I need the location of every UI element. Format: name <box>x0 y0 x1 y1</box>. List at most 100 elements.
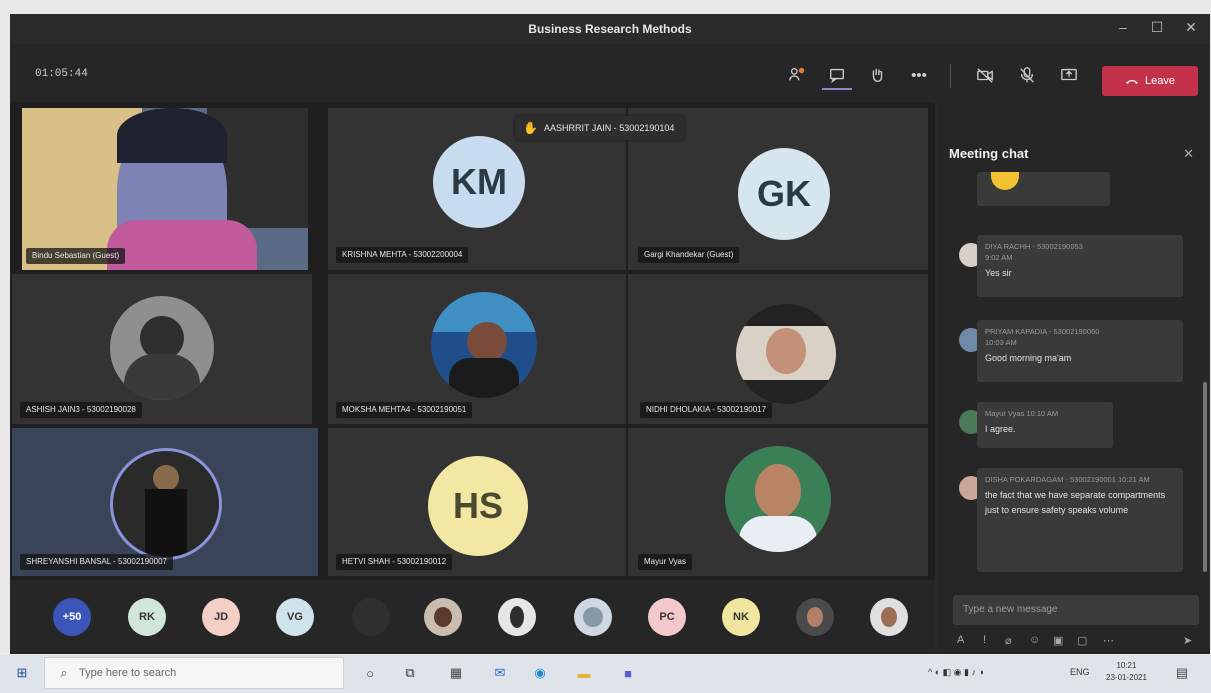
toolbar-divider <box>950 64 951 88</box>
taskbar-search-input[interactable]: Type here to search <box>44 657 344 689</box>
cortana-icon[interactable]: ○ <box>360 663 380 683</box>
search-icon: ⌕ <box>60 665 68 680</box>
message-text: Yes sir <box>985 268 1012 278</box>
participant-tile-hs[interactable]: HS HETVI SHAH - 53002190012 <box>328 428 626 576</box>
strip-avatar-photo-1[interactable] <box>424 598 462 636</box>
participant-tile-mayur[interactable]: Mayur Vyas <box>628 428 928 576</box>
task-view-icon[interactable]: ⧉ <box>400 663 420 683</box>
avatar-km: KM <box>433 136 525 228</box>
teams-window: Business Research Methods – ☐ ✕ 01:05:44… <box>10 14 1210 654</box>
people-icon <box>789 67 805 81</box>
message-time: 10:10 AM <box>1026 409 1059 418</box>
message-author: DIYA RACHH - 53002190053 <box>985 242 1083 251</box>
raised-hand-icon: ✋ <box>523 121 538 135</box>
notifications-icon[interactable]: ▤ <box>1172 663 1192 683</box>
strip-avatar-vg[interactable]: VG <box>276 598 314 636</box>
emoji-icon[interactable]: ☺ <box>1029 634 1040 646</box>
participant-tile-shreyanshi[interactable]: SHREYANSHI BANSAL - 53002190007 <box>12 428 318 576</box>
more-participants-button[interactable]: +50 <box>53 598 91 636</box>
chat-message-4: DISHA POKARDAGAM - 53002190001 10:21 AM … <box>977 468 1183 572</box>
participant-tile-moksha[interactable]: MOKSHA MEHTA4 - 53002190051 <box>328 274 626 424</box>
message-author: DISHA POKARDAGAM - 53002190001 <box>985 475 1116 484</box>
participant-tile-nidhi[interactable]: NIDHI DHOLAKIA - 53002190017 <box>628 274 928 424</box>
close-window-button[interactable]: ✕ <box>1176 19 1206 36</box>
strip-avatar-photo-2[interactable] <box>498 598 536 636</box>
leave-button[interactable]: Leave <box>1102 66 1198 96</box>
message-text: the fact that we have separate compartme… <box>985 490 1166 515</box>
avatar-photo-shreyanshi <box>110 448 222 560</box>
meeting-toolbar: 01:05:44 ••• Leave <box>10 44 1210 102</box>
gif-icon[interactable]: ▣ <box>1053 634 1063 647</box>
edge-icon[interactable]: ◉ <box>530 663 550 683</box>
strip-avatar-photo-4[interactable] <box>796 598 834 636</box>
strip-avatar-photo-5[interactable] <box>870 598 908 636</box>
format-icon[interactable]: A <box>957 634 964 646</box>
strip-avatar-nk[interactable]: NK <box>722 598 760 636</box>
camera-button[interactable] <box>970 62 1000 88</box>
raise-hand-button[interactable] <box>862 62 892 88</box>
mic-off-icon <box>1020 67 1034 83</box>
send-icon[interactable]: ➤ <box>1183 634 1192 647</box>
raised-hand-banner: ✋ AASHRRIT JAIN - 53002190104 <box>515 116 685 140</box>
camera-off-icon <box>977 68 993 83</box>
message-text: Good morning ma'am <box>985 353 1072 363</box>
windows-start-icon[interactable]: ⊞ <box>12 663 32 683</box>
hang-up-icon <box>1126 80 1138 84</box>
sticker-icon[interactable]: ▢ <box>1077 634 1087 647</box>
store-icon[interactable]: ▦ <box>446 663 466 683</box>
raised-hand-label: AASHRRIT JAIN - 53002190104 <box>543 123 675 133</box>
file-explorer-icon[interactable]: ▬ <box>574 663 594 683</box>
photo-face <box>881 607 897 627</box>
participant-strip: +50 RK JD VG PC NK <box>10 580 935 654</box>
maximize-button[interactable]: ☐ <box>1142 19 1172 36</box>
photo-face <box>755 464 801 518</box>
strip-avatar-rk[interactable]: RK <box>128 598 166 636</box>
teams-icon[interactable]: ■ <box>618 663 638 683</box>
chat-close-button[interactable]: ✕ <box>1183 146 1194 162</box>
share-icon <box>1061 68 1077 81</box>
video-gallery: Bindu Sebastian (Guest) KM KRISHNA MEHTA… <box>10 102 935 580</box>
tile-name-shreyanshi: SHREYANSHI BANSAL - 53002190007 <box>20 554 173 570</box>
more-actions-button[interactable]: ••• <box>904 62 934 88</box>
tile-name-hs: HETVI SHAH - 53002190012 <box>336 554 453 570</box>
system-tray-icons[interactable]: ^ ◐ ◧ ◉ ▮ ♪ ◑ <box>928 667 984 678</box>
chat-toggle-button[interactable] <box>822 62 852 90</box>
avatar-photo-mayur <box>725 446 831 552</box>
more-options-icon[interactable]: ⋯ <box>1103 634 1114 647</box>
chat-icon <box>830 68 844 84</box>
title-bar: Business Research Methods – ☐ ✕ <box>10 14 1210 44</box>
strip-avatar-pc[interactable]: PC <box>648 598 686 636</box>
host-video-hair <box>117 108 227 163</box>
chat-message-3: Mayur Vyas 10:10 AM I agree. <box>977 402 1113 448</box>
tile-name-gk: Gargi Khandekar (Guest) <box>638 247 740 263</box>
attach-icon[interactable]: ⌀ <box>1005 634 1012 647</box>
meeting-timer: 01:05:44 <box>35 68 88 80</box>
minimize-button[interactable]: – <box>1108 19 1138 35</box>
share-screen-button[interactable] <box>1054 62 1084 88</box>
strip-avatar-dark[interactable] <box>352 598 390 636</box>
avatar-photo-ashish <box>110 296 214 400</box>
mic-button[interactable] <box>1012 62 1042 88</box>
photo-face <box>434 607 452 627</box>
message-time: 10:21 AM <box>1118 475 1150 484</box>
chat-scrollbar[interactable] <box>1203 382 1207 572</box>
window-title: Business Research Methods <box>528 22 692 36</box>
participant-tile-host[interactable]: Bindu Sebastian (Guest) <box>22 108 308 270</box>
message-text: I agree. <box>985 424 1016 434</box>
participant-tile-ashish[interactable]: ASHISH JAIN3 - 53002190028 <box>12 274 312 424</box>
chat-message-2: PRIYAM KAPADIA - 53002190060 10:03 AM Goo… <box>977 320 1183 382</box>
mail-icon[interactable]: ✉ <box>490 663 510 683</box>
avatar-photo-nidhi <box>736 304 836 404</box>
strip-avatar-jd[interactable]: JD <box>202 598 240 636</box>
participants-button[interactable] <box>782 62 812 88</box>
taskbar-clock[interactable]: 10:21 23-01-2021 <box>1106 660 1147 684</box>
avatar-photo-moksha <box>431 292 537 398</box>
photo-body <box>145 489 187 557</box>
important-icon[interactable]: ! <box>983 634 986 646</box>
clock-time: 10:21 <box>1116 661 1137 670</box>
tile-name-host: Bindu Sebastian (Guest) <box>26 248 126 264</box>
clock-date: 23-01-2021 <box>1106 673 1147 682</box>
strip-avatar-photo-3[interactable] <box>574 598 612 636</box>
language-indicator[interactable]: ENG <box>1070 667 1090 677</box>
chat-compose-input[interactable]: Type a new message <box>953 595 1199 625</box>
